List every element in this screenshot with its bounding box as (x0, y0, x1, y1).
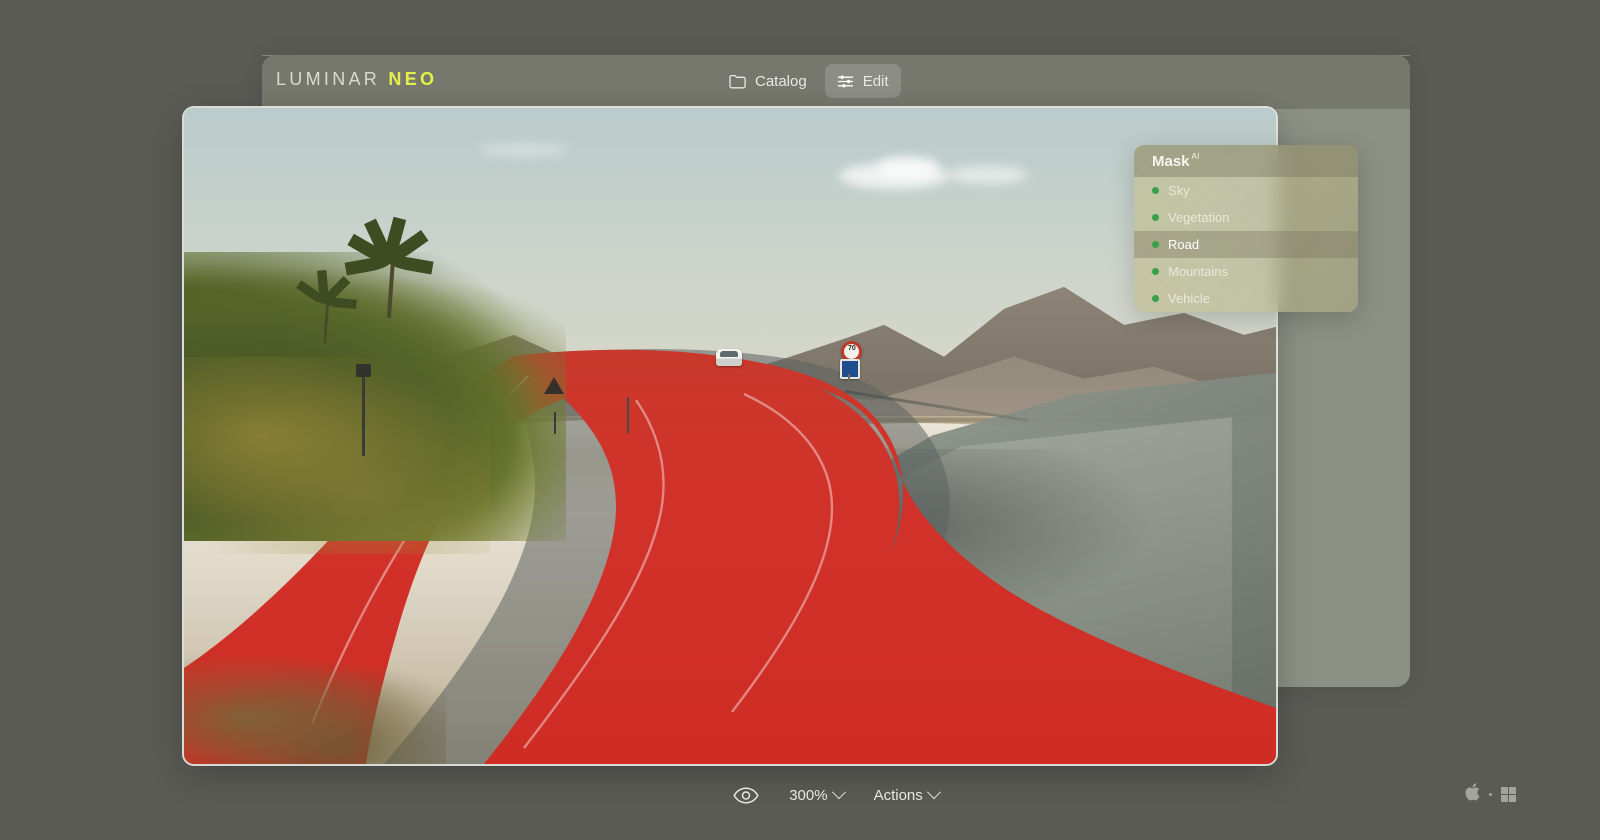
chevron-down-icon (927, 785, 941, 799)
bottombar-controls: 300% Actions (733, 787, 939, 804)
vehicle-car (716, 349, 742, 366)
roadside-pole (362, 364, 365, 456)
photo-content: 70 (184, 108, 1276, 764)
status-dot-icon (1152, 187, 1159, 194)
status-dot-icon (1152, 295, 1159, 302)
image-canvas[interactable]: 70 (184, 108, 1276, 764)
roadside-pole (627, 397, 629, 433)
app-bottombar: 300% Actions (262, 764, 1410, 826)
mask-item-label: Vegetation (1168, 210, 1229, 225)
mask-panel-title-superscript: AI (1192, 152, 1200, 161)
zoom-level-value: 300% (789, 787, 827, 804)
status-dot-icon (1152, 214, 1159, 221)
status-dot-icon (1152, 268, 1159, 275)
mask-item-sky[interactable]: Sky (1134, 177, 1358, 204)
palm-tree-secondary (299, 272, 355, 341)
mask-item-vegetation[interactable]: Vegetation (1134, 204, 1358, 231)
road-sign-post (848, 374, 850, 388)
warning-sign (544, 377, 564, 394)
app-topbar: LUMINAR NEO Catalog (262, 55, 1410, 109)
mask-panel-title: Mask (1152, 153, 1190, 170)
mask-item-road[interactable]: Road (1134, 231, 1358, 258)
app-logo: LUMINAR NEO (276, 69, 437, 90)
windows-pane (1509, 787, 1516, 794)
windows-logo-icon (1501, 787, 1516, 802)
status-dot-icon (1152, 241, 1159, 248)
top-navigation: Catalog (717, 64, 901, 98)
mask-panel-header: Mask AI (1134, 145, 1358, 177)
palm-tree (353, 220, 431, 316)
eye-icon[interactable] (733, 787, 759, 804)
actions-label: Actions (874, 787, 923, 804)
folder-icon (729, 74, 746, 89)
mask-item-label: Vehicle (1168, 291, 1210, 306)
nav-tab-catalog[interactable]: Catalog (717, 64, 819, 98)
apple-logo-icon (1465, 783, 1480, 806)
app-screenshot: LUMINAR NEO Catalog (0, 0, 1600, 840)
zoom-level-dropdown[interactable]: 300% (789, 787, 843, 804)
speed-limit-value: 70 (844, 344, 859, 359)
warning-sign-post (554, 412, 556, 434)
mask-ai-panel: Mask AI Sky Vegetation Road Mountains Ve… (1134, 145, 1358, 312)
windows-pane (1501, 795, 1508, 802)
windows-pane (1501, 787, 1508, 794)
mask-item-vehicle[interactable]: Vehicle (1134, 285, 1358, 312)
nav-tab-edit[interactable]: Edit (825, 64, 901, 98)
nav-tab-catalog-label: Catalog (755, 73, 807, 90)
photo-foreground-shrub (184, 646, 446, 764)
nav-tab-edit-label: Edit (863, 73, 889, 90)
mask-item-label: Road (1168, 237, 1199, 252)
actions-dropdown[interactable]: Actions (874, 787, 939, 804)
sliders-icon (837, 74, 854, 89)
palm-trunk (323, 300, 329, 343)
windows-pane (1509, 795, 1516, 802)
platform-badges (1465, 783, 1516, 806)
chevron-down-icon (832, 785, 846, 799)
separator-dot (1489, 793, 1492, 796)
mask-item-label: Mountains (1168, 264, 1228, 279)
mask-item-mountains[interactable]: Mountains (1134, 258, 1358, 285)
mask-item-label: Sky (1168, 183, 1190, 198)
brand-accent-text: NEO (388, 69, 437, 89)
brand-primary-text: LUMINAR (276, 69, 380, 89)
photo-vegetation-highlight (184, 357, 490, 554)
